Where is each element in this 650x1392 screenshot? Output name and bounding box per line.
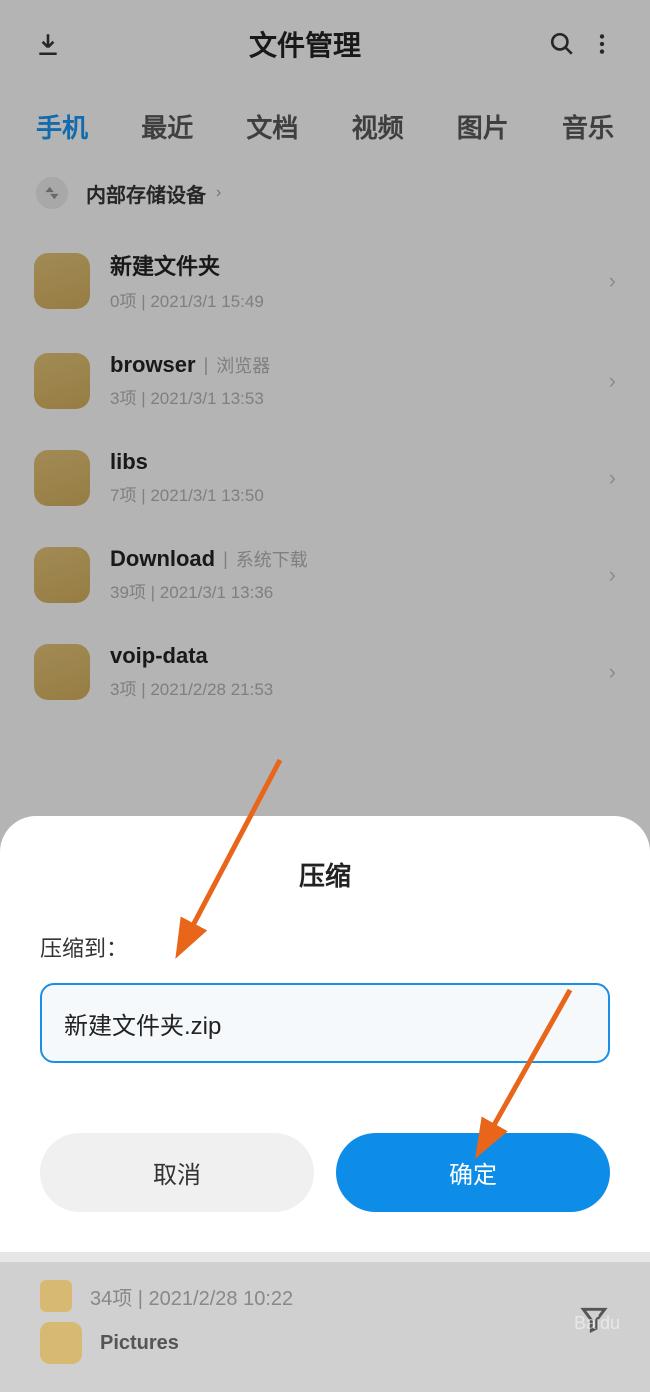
cancel-button[interactable]: 取消 xyxy=(40,1133,314,1212)
folder-icon xyxy=(40,1280,72,1312)
filename-input[interactable] xyxy=(40,983,610,1063)
file-meta: 34项 | 2021/2/28 10:22 xyxy=(90,1282,293,1311)
file-name: Pictures xyxy=(100,1332,179,1355)
watermark: Baidu xyxy=(574,1313,620,1334)
compress-dialog: 压缩 压缩到： 取消 确定 xyxy=(0,816,650,1262)
file-manager-screen: 文件管理 手机 最近 文档 视频 图片 音乐 内部存储设备 › 新建文件夹 0项… xyxy=(0,0,650,1392)
dialog-label: 压缩到： xyxy=(40,931,610,963)
confirm-button[interactable]: 确定 xyxy=(336,1133,610,1212)
dialog-title: 压缩 xyxy=(40,856,610,893)
bottom-bar: 34项 | 2021/2/28 10:22 Pictures xyxy=(0,1252,650,1392)
folder-icon xyxy=(40,1322,82,1364)
